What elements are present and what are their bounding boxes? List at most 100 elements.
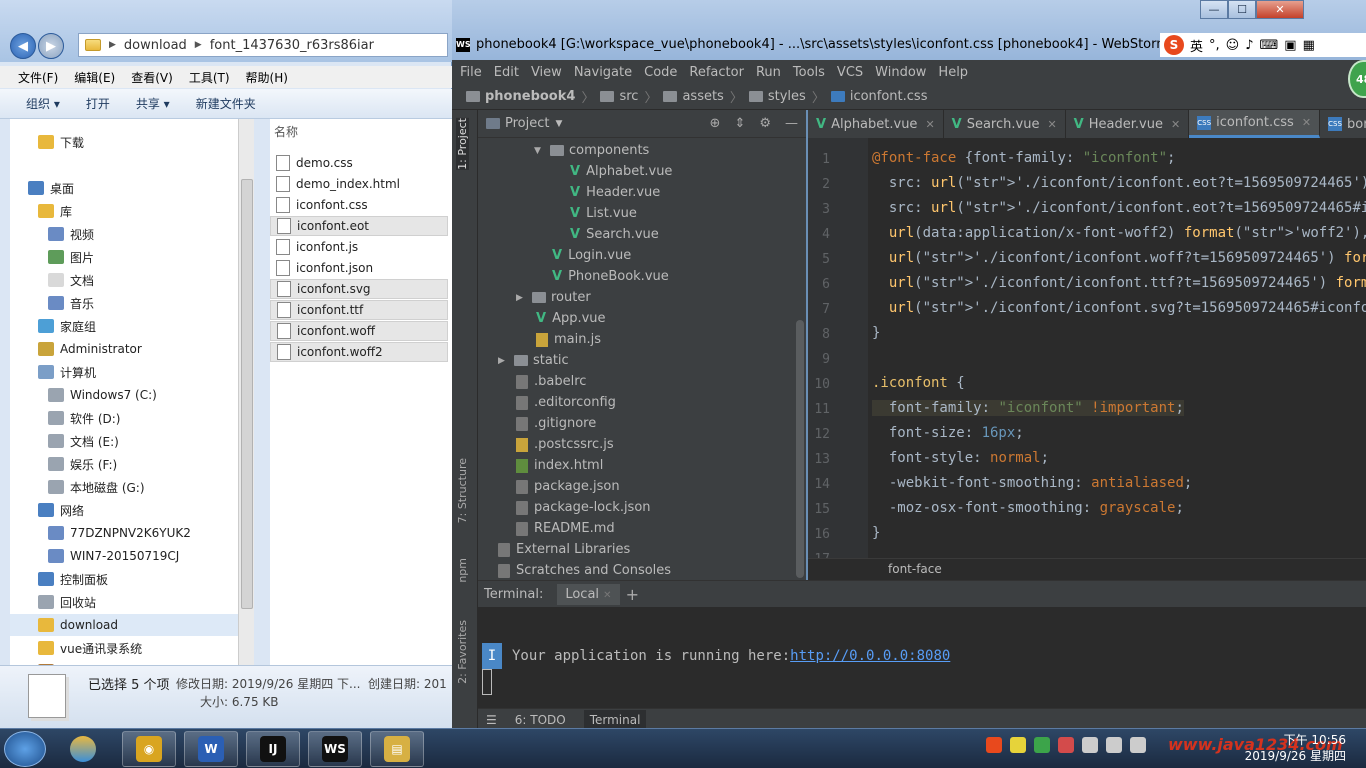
code-line[interactable]: url("str">'./iconfont/iconfont.svg?t=156…: [872, 300, 1366, 316]
toolbar-button[interactable]: 打开: [86, 95, 110, 112]
start-button[interactable]: [4, 731, 46, 767]
menu-item[interactable]: 查看(V): [131, 69, 173, 86]
nav-item[interactable]: 库: [10, 200, 72, 222]
nav-item[interactable]: 网络: [10, 499, 84, 521]
tab-terminal[interactable]: Terminal: [583, 709, 647, 730]
emoji-icon[interactable]: ☺: [1226, 38, 1240, 53]
maximize-button[interactable]: ☐: [1228, 0, 1256, 19]
file-item[interactable]: iconfont.eot: [270, 216, 448, 236]
nav-item[interactable]: 下载: [10, 131, 84, 153]
file-item[interactable]: iconfont.woff: [270, 321, 448, 341]
tab-todo[interactable]: 6: TODO: [515, 713, 566, 727]
nav-item[interactable]: 视频: [10, 223, 94, 245]
expand-down-icon[interactable]: ▼: [534, 146, 544, 156]
nav-item[interactable]: Windows7 (C:): [10, 384, 157, 406]
menu-item[interactable]: Edit: [494, 65, 519, 80]
hide-icon[interactable]: —: [785, 116, 798, 131]
code-line[interactable]: src: url("str">'./iconfont/iconfont.eot?…: [872, 200, 1366, 216]
breadcrumb-item[interactable]: styles: [748, 89, 806, 104]
punctuation-icon[interactable]: °,: [1209, 38, 1220, 53]
minimize-button[interactable]: —: [1200, 0, 1228, 19]
file-item[interactable]: demo_index.html: [270, 174, 448, 194]
breadcrumb-item[interactable]: iconfont.css: [830, 89, 927, 104]
editor-breadcrumb[interactable]: font-face: [808, 558, 1366, 580]
mic-icon[interactable]: ♪: [1245, 38, 1253, 53]
code-editor[interactable]: V Alphabet.vue ✕ V Search.vue ✕ V Header.vue ✕ CS…: [808, 110, 1366, 558]
project-tree-item[interactable]: V App.vue: [536, 308, 606, 329]
nav-item[interactable]: 本地磁盘 (G:): [10, 476, 145, 498]
menu-item[interactable]: Code: [644, 65, 677, 80]
nav-item[interactable]: vue通讯录系统: [10, 637, 142, 659]
skin-icon[interactable]: ▣: [1284, 38, 1296, 53]
project-tree-item[interactable]: V Search.vue: [570, 224, 659, 245]
editor-tab[interactable]: V Search.vue ✕: [944, 110, 1066, 138]
project-tree-item[interactable]: main.js: [536, 329, 601, 350]
tab-npm[interactable]: npm: [456, 558, 469, 583]
file-item[interactable]: iconfont.woff2: [270, 342, 448, 362]
project-tree-item[interactable]: .postcssrc.js: [516, 434, 614, 455]
code-line[interactable]: @font-face {font-family: "iconfont";: [872, 150, 1175, 166]
code-line[interactable]: }: [872, 525, 880, 541]
menu-item[interactable]: Refactor: [689, 65, 744, 80]
file-item[interactable]: iconfont.svg: [270, 279, 448, 299]
menu-item[interactable]: Tools: [793, 65, 825, 80]
nav-item[interactable]: 家庭组: [10, 315, 96, 337]
address-bar[interactable]: ▶ download ▶ font_1437630_r63rs86iar: [78, 33, 448, 57]
file-item[interactable]: iconfont.json: [270, 258, 448, 278]
code-line[interactable]: font-size: 16px;: [872, 425, 1024, 441]
address-segment[interactable]: font_1437630_r63rs86iar: [210, 38, 374, 53]
menu-item[interactable]: 文件(F): [18, 69, 58, 86]
menu-icon[interactable]: ☰: [486, 713, 497, 727]
project-tree-item[interactable]: .gitignore: [516, 413, 596, 434]
security-tray-icon[interactable]: [1058, 737, 1074, 753]
breadcrumb-item[interactable]: src: [600, 89, 638, 104]
nav-item[interactable]: 音乐: [10, 292, 94, 314]
menu-item[interactable]: 工具(T): [189, 69, 230, 86]
menu-item[interactable]: 帮助(H): [246, 69, 288, 86]
project-tree-item[interactable]: ▶ router: [516, 287, 591, 308]
pinned-app-icon[interactable]: [56, 731, 110, 767]
scrollbar-thumb[interactable]: [241, 179, 253, 609]
tab-structure[interactable]: 7: Structure: [456, 458, 469, 523]
editor-tab[interactable]: CSS iconfont.css ✕: [1189, 110, 1321, 138]
code-line[interactable]: }: [872, 325, 880, 341]
back-button[interactable]: ◀: [10, 33, 36, 59]
nav-item[interactable]: Administrator: [10, 338, 142, 360]
taskbar-app-intellij[interactable]: IJ: [246, 731, 300, 767]
project-tree-item[interactable]: External Libraries: [498, 539, 630, 560]
editor-tab[interactable]: V Header.vue ✕: [1066, 110, 1190, 138]
nav-item[interactable]: download: [10, 614, 238, 636]
sogou-tray-icon[interactable]: [986, 737, 1002, 753]
terminal-tab-local[interactable]: Local ✕: [557, 583, 620, 605]
nav-item[interactable]: 文档: [10, 269, 94, 291]
keyboard-icon[interactable]: ⌨: [1260, 38, 1279, 53]
expand-right-icon[interactable]: ▶: [498, 356, 508, 366]
editor-tab[interactable]: V Alphabet.vue ✕: [808, 110, 944, 138]
menu-item[interactable]: 编辑(E): [74, 69, 115, 86]
close-icon[interactable]: ✕: [1302, 116, 1311, 129]
menu-item[interactable]: Run: [756, 65, 781, 80]
project-tree-item[interactable]: V PhoneBook.vue: [552, 266, 669, 287]
project-tree-item[interactable]: ▼ components: [534, 140, 649, 161]
project-tree-item[interactable]: Scratches and Consoles: [498, 560, 671, 581]
taskbar-app-webstorm[interactable]: WS: [308, 731, 362, 767]
editor-tab[interactable]: CSS border.css: [1320, 110, 1366, 138]
navigation-scrollbar[interactable]: [238, 119, 254, 665]
sogou-icon[interactable]: S: [1164, 35, 1184, 55]
project-tree-item[interactable]: V Login.vue: [552, 245, 631, 266]
nav-item[interactable]: 软件 (D:): [10, 407, 120, 429]
tools-icon[interactable]: ▦: [1303, 38, 1315, 53]
gear-icon[interactable]: ⚙: [759, 116, 771, 131]
menu-item[interactable]: Window: [875, 65, 926, 80]
nav-item[interactable]: 桌面: [10, 177, 74, 199]
ime-toolbar[interactable]: S 英 °, ☺ ♪ ⌨ ▣ ▦: [1160, 33, 1366, 57]
expand-right-icon[interactable]: ▶: [516, 293, 526, 303]
file-item[interactable]: iconfont.ttf: [270, 300, 448, 320]
menu-item[interactable]: Help: [938, 65, 968, 80]
display-tray-icon[interactable]: [1130, 737, 1146, 753]
locate-icon[interactable]: ⊕: [710, 116, 721, 131]
breadcrumb-item[interactable]: assets: [663, 89, 724, 104]
project-tree-item[interactable]: package-lock.json: [516, 497, 651, 518]
project-tree-item[interactable]: .editorconfig: [516, 392, 616, 413]
menu-item[interactable]: VCS: [837, 65, 863, 80]
